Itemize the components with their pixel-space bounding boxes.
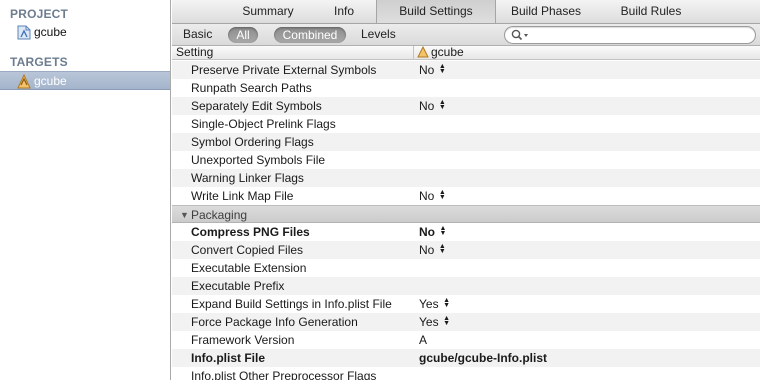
search-icon[interactable] xyxy=(511,29,531,44)
filter-all-button[interactable]: All xyxy=(228,27,258,43)
tab-summary[interactable]: Summary xyxy=(224,0,312,23)
target-item-label: gcube xyxy=(34,74,67,88)
editor-tab-bar: Summary Info Build Settings Build Phases… xyxy=(172,0,760,24)
navigator-sidebar: PROJECT gcube TARGETS gcube xyxy=(0,0,171,380)
project-header: PROJECT xyxy=(10,7,69,21)
column-divider[interactable] xyxy=(413,46,414,60)
xcode-project-icon xyxy=(17,25,31,40)
target-column-label: gcube xyxy=(431,45,464,59)
target-item[interactable]: gcube xyxy=(0,71,170,90)
project-item-label: gcube xyxy=(34,25,67,39)
column-header: Setting gcube xyxy=(172,44,760,60)
app-target-icon xyxy=(417,45,429,58)
filter-basic-button[interactable]: Basic xyxy=(183,24,212,45)
setting-column-header[interactable]: Setting xyxy=(176,44,213,60)
filter-bar: Basic All Combined Levels xyxy=(172,24,760,46)
project-item[interactable]: gcube xyxy=(0,23,170,42)
tab-build-rules[interactable]: Build Rules xyxy=(596,0,706,23)
target-column-header[interactable]: gcube xyxy=(417,44,464,60)
filter-levels-button[interactable]: Levels xyxy=(361,24,396,45)
tab-info[interactable]: Info xyxy=(312,0,376,23)
tab-build-settings[interactable]: Build Settings xyxy=(376,0,496,23)
filter-combined-button[interactable]: Combined xyxy=(274,27,346,43)
tab-build-phases[interactable]: Build Phases xyxy=(496,0,596,23)
build-settings-editor: Summary Info Build Settings Build Phases… xyxy=(172,0,760,380)
app-target-icon xyxy=(17,73,31,89)
targets-header: TARGETS xyxy=(10,55,68,69)
search-field[interactable] xyxy=(504,26,756,44)
